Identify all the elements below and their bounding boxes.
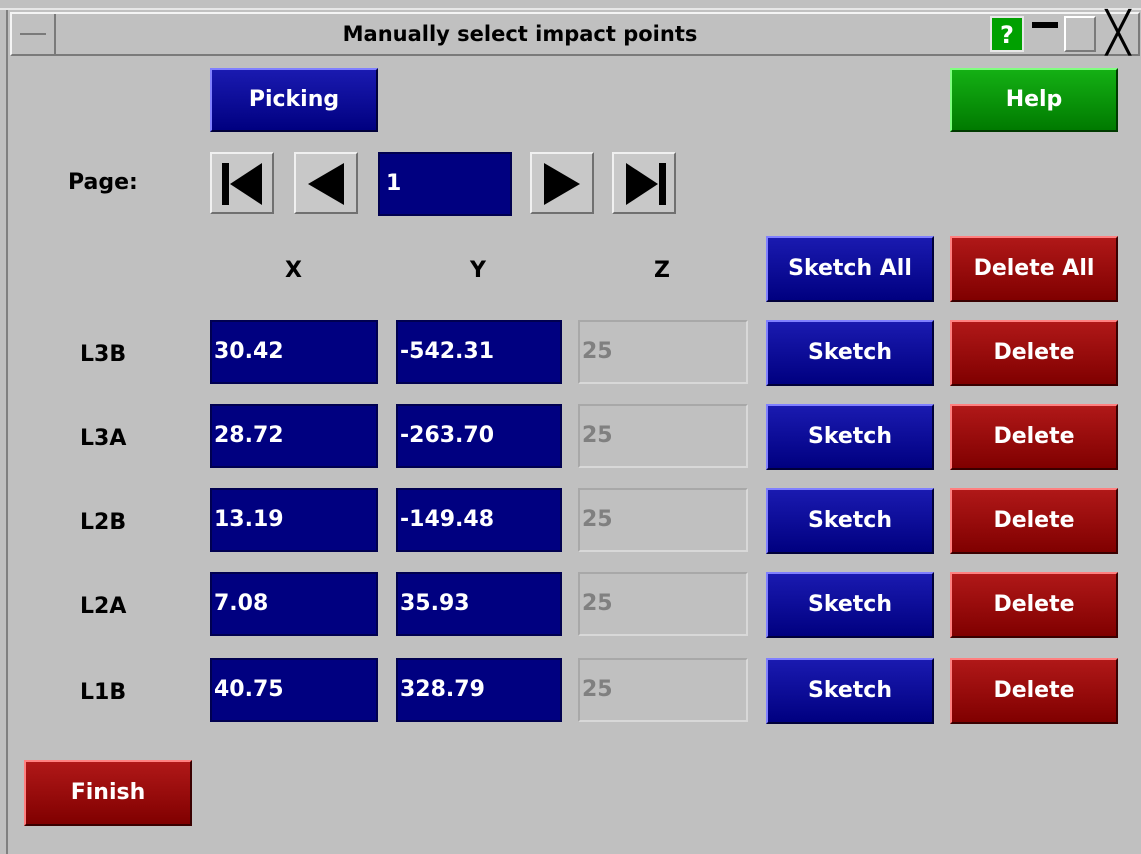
close-button[interactable]: ╳ — [1098, 13, 1138, 53]
sketch-button[interactable]: Sketch — [766, 658, 934, 724]
picking-button[interactable]: Picking — [210, 68, 378, 132]
delete-button[interactable]: Delete — [950, 404, 1118, 470]
x-field[interactable]: 30.42 — [210, 320, 378, 384]
x-field[interactable]: 28.72 — [210, 404, 378, 468]
sketch-button[interactable]: Sketch — [766, 488, 934, 554]
z-field: 25 — [578, 658, 748, 722]
column-header-z: Z — [654, 258, 670, 283]
window-top-edge — [0, 8, 1141, 10]
sketch-all-button[interactable]: Sketch All — [766, 236, 934, 302]
row-label: L2B — [80, 510, 127, 535]
page-number-input[interactable]: 1 — [378, 152, 512, 216]
row-label: L1B — [80, 680, 127, 705]
row-label: L2A — [80, 594, 127, 619]
row-label: L3B — [80, 342, 127, 367]
delete-button[interactable]: Delete — [950, 658, 1118, 724]
dialog-window: Manually select impact points ? ╳ Pickin… — [0, 0, 1141, 854]
sketch-button[interactable]: Sketch — [766, 572, 934, 638]
delete-button[interactable]: Delete — [950, 320, 1118, 386]
x-field[interactable]: 13.19 — [210, 488, 378, 552]
z-field: 25 — [578, 488, 748, 552]
row-label: L3A — [80, 426, 127, 451]
delete-button[interactable]: Delete — [950, 488, 1118, 554]
menu-bar-icon — [20, 33, 46, 35]
x-field[interactable]: 7.08 — [210, 572, 378, 636]
delete-all-button[interactable]: Delete All — [950, 236, 1118, 302]
delete-button[interactable]: Delete — [950, 572, 1118, 638]
minimize-icon — [1032, 22, 1058, 28]
page-label: Page: — [68, 170, 138, 195]
column-header-x: X — [285, 258, 302, 283]
z-field: 25 — [578, 404, 748, 468]
last-page-button[interactable] — [612, 152, 676, 214]
help-question-button[interactable]: ? — [990, 16, 1024, 52]
title-bar[interactable]: Manually select impact points ? ╳ — [10, 12, 1140, 56]
sketch-button[interactable]: Sketch — [766, 320, 934, 386]
window-title: Manually select impact points — [342, 22, 698, 46]
z-field: 25 — [578, 320, 748, 384]
y-field[interactable]: -542.31 — [396, 320, 562, 384]
prev-page-icon — [308, 163, 344, 205]
prev-page-button[interactable] — [294, 152, 358, 214]
z-field: 25 — [578, 572, 748, 636]
y-field[interactable]: 328.79 — [396, 658, 562, 722]
next-page-icon — [544, 163, 580, 205]
y-field[interactable]: 35.93 — [396, 572, 562, 636]
next-page-button[interactable] — [530, 152, 594, 214]
help-button[interactable]: Help — [950, 68, 1118, 132]
minimize-button[interactable] — [1030, 16, 1060, 52]
sketch-button[interactable]: Sketch — [766, 404, 934, 470]
first-page-button[interactable] — [210, 152, 274, 214]
last-page-icon — [626, 163, 666, 205]
y-field[interactable]: -263.70 — [396, 404, 562, 468]
x-field[interactable]: 40.75 — [210, 658, 378, 722]
first-page-icon — [222, 163, 262, 205]
y-field[interactable]: -149.48 — [396, 488, 562, 552]
window-menu-button[interactable] — [12, 14, 56, 54]
finish-button[interactable]: Finish — [24, 760, 192, 826]
window-left-edge — [6, 10, 8, 854]
maximize-button[interactable] — [1064, 16, 1096, 52]
column-header-y: Y — [470, 258, 486, 283]
